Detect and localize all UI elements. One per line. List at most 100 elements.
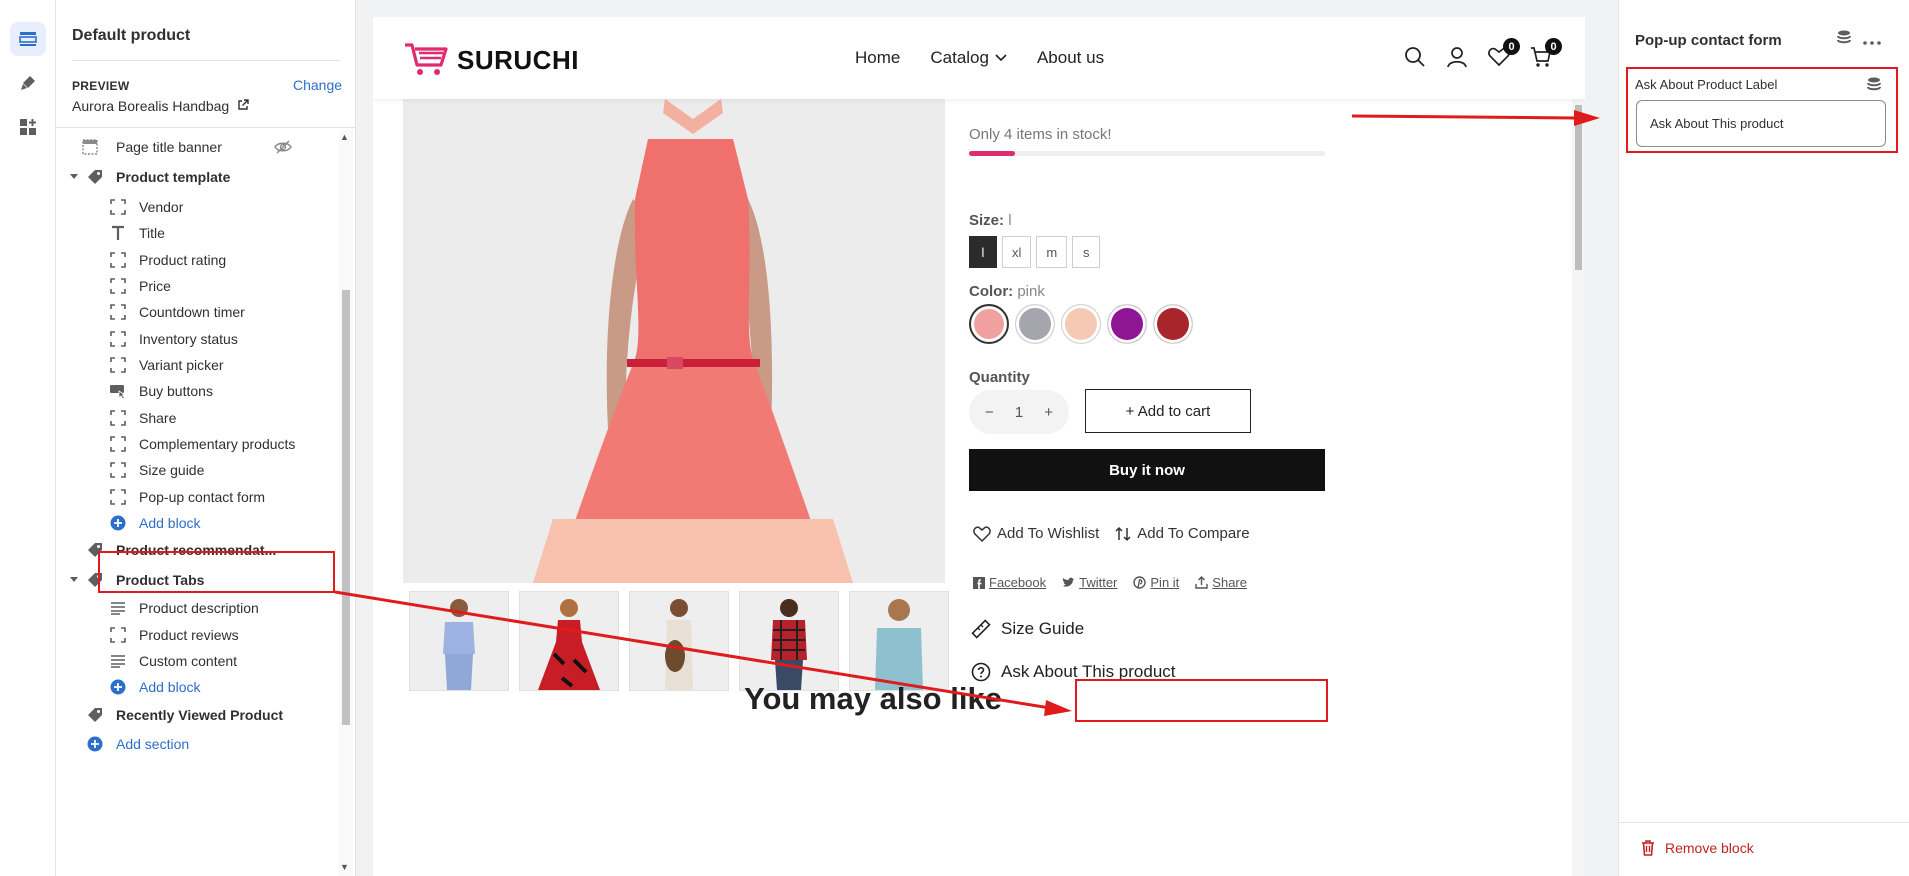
block-item[interactable]: Title bbox=[56, 218, 338, 248]
cart-count-badge: 0 bbox=[1545, 38, 1562, 55]
buy-now-button[interactable]: Buy it now bbox=[969, 449, 1325, 491]
thumbnail-image[interactable] bbox=[519, 591, 619, 691]
item-label: Product recommendat... bbox=[116, 542, 277, 558]
store-logo[interactable]: SURUCHI bbox=[403, 39, 579, 82]
sidebar-scroll-thumb[interactable] bbox=[342, 290, 350, 725]
size-value: l bbox=[1008, 212, 1012, 229]
block-item[interactable]: Product description bbox=[56, 593, 338, 623]
store-header: SURUCHI Home Catalog About us 0 0 bbox=[373, 17, 1585, 99]
size-label: Size: bbox=[969, 212, 1005, 229]
color-swatch-purple[interactable] bbox=[1107, 304, 1147, 344]
section-item[interactable]: Recently Viewed Product bbox=[56, 700, 338, 730]
ask-about-label-input[interactable] bbox=[1636, 100, 1886, 147]
connect-dynamic-source-icon[interactable] bbox=[1867, 77, 1881, 98]
facebook-label: Facebook bbox=[989, 575, 1047, 590]
twitter-icon bbox=[1062, 577, 1075, 587]
ruler-icon bbox=[971, 619, 991, 639]
settings-actions bbox=[1837, 30, 1881, 51]
buy-button-icon bbox=[109, 382, 127, 400]
cart-icon[interactable]: 0 bbox=[1529, 38, 1562, 69]
thumbnail-image[interactable] bbox=[739, 591, 839, 691]
section-page-title-banner[interactable]: Page title banner bbox=[56, 132, 338, 162]
thumbnail-image[interactable] bbox=[629, 591, 729, 691]
tag-icon bbox=[86, 168, 104, 186]
item-label: Size guide bbox=[139, 462, 205, 478]
remove-block-label: Remove block bbox=[1665, 840, 1754, 856]
storefront-preview: SURUCHI Home Catalog About us 0 0 Only 4… bbox=[373, 17, 1585, 876]
preview-scroll-thumb[interactable] bbox=[1575, 105, 1582, 270]
ask-about-label: Ask About This product bbox=[1001, 662, 1176, 681]
section-item[interactable]: Product recommendat... bbox=[56, 535, 338, 565]
item-label: Countdown timer bbox=[139, 304, 245, 320]
scroll-down-arrow-icon[interactable]: ▼ bbox=[340, 862, 349, 872]
account-icon[interactable] bbox=[1445, 45, 1469, 69]
item-label: Complementary products bbox=[139, 436, 296, 452]
caret-down-icon[interactable] bbox=[68, 571, 80, 589]
color-picker bbox=[969, 304, 1193, 344]
size-option[interactable]: m bbox=[1036, 236, 1068, 268]
divider bbox=[72, 60, 340, 61]
block-item[interactable]: Size guide bbox=[56, 455, 338, 485]
qty-plus-button[interactable]: + bbox=[1044, 404, 1053, 421]
twitter-share[interactable]: Twitter bbox=[1062, 575, 1117, 590]
thumbnail-image[interactable] bbox=[409, 591, 509, 691]
product-main-image[interactable] bbox=[403, 99, 945, 583]
external-link-icon[interactable] bbox=[237, 98, 249, 114]
header-icons: 0 0 bbox=[1403, 38, 1562, 69]
item-label: Inventory status bbox=[139, 331, 238, 347]
remove-block-button[interactable]: Remove block bbox=[1641, 840, 1754, 856]
upload-share-icon bbox=[1195, 576, 1208, 589]
quantity-stepper[interactable]: − 1 + bbox=[969, 390, 1069, 434]
caret-down-icon[interactable] bbox=[68, 168, 80, 186]
size-option[interactable]: xl bbox=[1002, 236, 1032, 268]
block-icon bbox=[109, 198, 127, 216]
nav-catalog[interactable]: Catalog bbox=[930, 48, 1007, 68]
item-label: Variant picker bbox=[139, 357, 224, 373]
more-options-icon[interactable] bbox=[1863, 32, 1881, 50]
eye-off-icon[interactable] bbox=[274, 138, 292, 156]
scroll-up-arrow-icon[interactable]: ▲ bbox=[340, 132, 349, 142]
add-section-button[interactable]: Add section bbox=[56, 729, 338, 759]
wishlist-icon[interactable]: 0 bbox=[1487, 38, 1520, 69]
wishlist-label: Add To Wishlist bbox=[997, 525, 1100, 542]
color-swatch-red[interactable] bbox=[1153, 304, 1193, 344]
theme-settings-icon[interactable] bbox=[10, 66, 46, 100]
section-product-template[interactable]: Product template bbox=[56, 162, 338, 192]
add-block-button[interactable]: Add block bbox=[56, 672, 338, 702]
block-item[interactable]: Countdown timer bbox=[56, 297, 338, 327]
qty-value[interactable]: 1 bbox=[1015, 404, 1023, 421]
add-block-button[interactable]: Add block bbox=[56, 508, 338, 538]
facebook-share[interactable]: Facebook bbox=[973, 575, 1046, 590]
plus-circle-icon bbox=[109, 678, 127, 696]
pinterest-share[interactable]: Pin it bbox=[1133, 575, 1179, 590]
block-item[interactable]: Buy buttons bbox=[56, 376, 338, 406]
add-to-wishlist-link[interactable]: Add To Wishlist bbox=[973, 525, 1099, 542]
size-picker: l xl m s bbox=[969, 236, 1101, 268]
size-guide-link[interactable]: Size Guide bbox=[971, 619, 1084, 639]
dynamic-source-icon[interactable] bbox=[1837, 30, 1851, 51]
nav-home[interactable]: Home bbox=[855, 48, 900, 68]
preview-product[interactable]: Aurora Borealis Handbag bbox=[72, 98, 249, 114]
item-label: Product rating bbox=[139, 252, 227, 268]
color-swatch-peach[interactable] bbox=[1061, 304, 1101, 344]
qty-minus-button[interactable]: − bbox=[985, 404, 994, 421]
change-preview-link[interactable]: Change bbox=[293, 77, 342, 93]
color-swatch-grey[interactable] bbox=[1015, 304, 1055, 344]
sections-icon[interactable] bbox=[10, 22, 46, 56]
section-item[interactable]: Product Tabs bbox=[56, 565, 338, 595]
nav-catalog-label: Catalog bbox=[930, 48, 989, 67]
ask-about-product-link[interactable]: Ask About This product bbox=[971, 662, 1176, 682]
add-to-cart-button[interactable]: + Add to cart bbox=[1085, 389, 1251, 433]
size-option[interactable]: l bbox=[969, 236, 997, 268]
item-label: Product Tabs bbox=[116, 572, 205, 588]
search-icon[interactable] bbox=[1403, 45, 1427, 69]
nav-about[interactable]: About us bbox=[1037, 48, 1104, 68]
trash-icon bbox=[1642, 840, 1654, 856]
size-option[interactable]: s bbox=[1072, 236, 1101, 268]
block-icon bbox=[109, 435, 127, 453]
color-swatch-pink[interactable] bbox=[969, 304, 1009, 344]
apps-icon[interactable] bbox=[10, 110, 46, 144]
thumbnail-image[interactable] bbox=[849, 591, 949, 691]
add-to-compare-link[interactable]: Add To Compare bbox=[1115, 525, 1250, 542]
generic-share[interactable]: Share bbox=[1195, 575, 1247, 590]
